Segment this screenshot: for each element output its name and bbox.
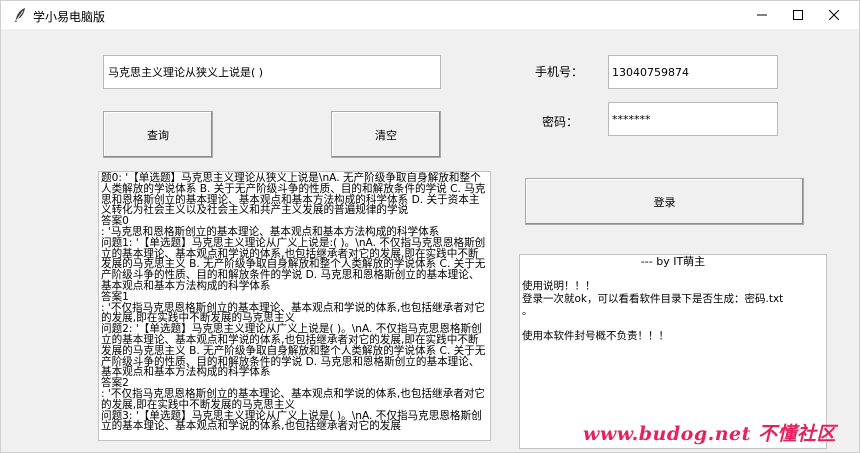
feather-icon [13, 7, 27, 23]
site-watermark: www.budog.net 不懂社区 [583, 423, 837, 445]
maximize-icon [793, 10, 803, 20]
search-button[interactable]: 查询 [103, 111, 213, 158]
password-label: 密码： [542, 115, 579, 129]
login-button-label: 登录 [653, 195, 676, 209]
info-line: 使用说明！！！ [522, 280, 596, 292]
result-line: 问题1: '【单选题】马克思主义理论从广义上说是:( )。\nA. 不仅指马克思… [101, 236, 486, 292]
clear-button-label: 清空 [375, 128, 397, 142]
close-icon [829, 10, 839, 20]
phone-input[interactable]: 13040759874 [608, 55, 778, 89]
byline: --- by IT萌主 [640, 255, 706, 268]
result-line: 问题2: '【单选题】马克思主义理论从广义上说是( )。\nA. 不仅指马克思恩… [101, 323, 486, 379]
window-title: 学小易电脑版 [33, 10, 106, 24]
result-line: 问题3: '【单选题】马克思主义理论从广义上说是( )。\nA. 不仅指马克思恩… [101, 409, 482, 433]
question-input-value: 马克思主义理论从狭义上说是( ) [108, 66, 264, 79]
close-button[interactable] [811, 1, 857, 29]
minimize-icon [757, 10, 767, 20]
info-line: 。 [522, 305, 533, 317]
info-line: 使用本软件封号概不负责！！！ [522, 330, 669, 342]
question-input[interactable]: 马克思主义理论从狭义上说是( ) [103, 55, 441, 89]
result-line: 答案1 [101, 290, 129, 303]
phone-label: 手机号： [535, 65, 584, 79]
app-window: 学小易电脑版 马克思主义理论从狭义上说是( ) 查询 清空 手机号： 13040… [0, 0, 860, 453]
result-line: 题0: '【单选题】马克思主义理论从狭义上说是\nA. 无产阶级争取自身解放和整… [101, 172, 486, 217]
result-line: : '不仅指马克思恩格斯创立的基本理论、基本观点和学说的体系,也包括继承者对它的… [101, 387, 485, 411]
password-input[interactable]: ******* [608, 102, 778, 136]
password-input-value: ******* [612, 113, 651, 126]
search-button-label: 查询 [147, 128, 169, 142]
info-line [522, 318, 824, 331]
results-textbox[interactable]: 题0: '【单选题】马克思主义理论从狭义上说是\nA. 无产阶级争取自身解放和整… [98, 171, 491, 441]
phone-input-value: 13040759874 [612, 65, 689, 79]
title-bar[interactable]: 学小易电脑版 [1, 1, 859, 29]
login-button[interactable]: 登录 [525, 178, 804, 225]
clear-button[interactable]: 清空 [331, 111, 441, 158]
info-line: 登录一次就ok，可以看看软件目录下是否生成：密码.txt [522, 292, 784, 305]
result-line: : '不仅指马克思恩格斯创立的基本理论、基本观点和学说的体系,也包括继承者对它的… [101, 301, 485, 325]
